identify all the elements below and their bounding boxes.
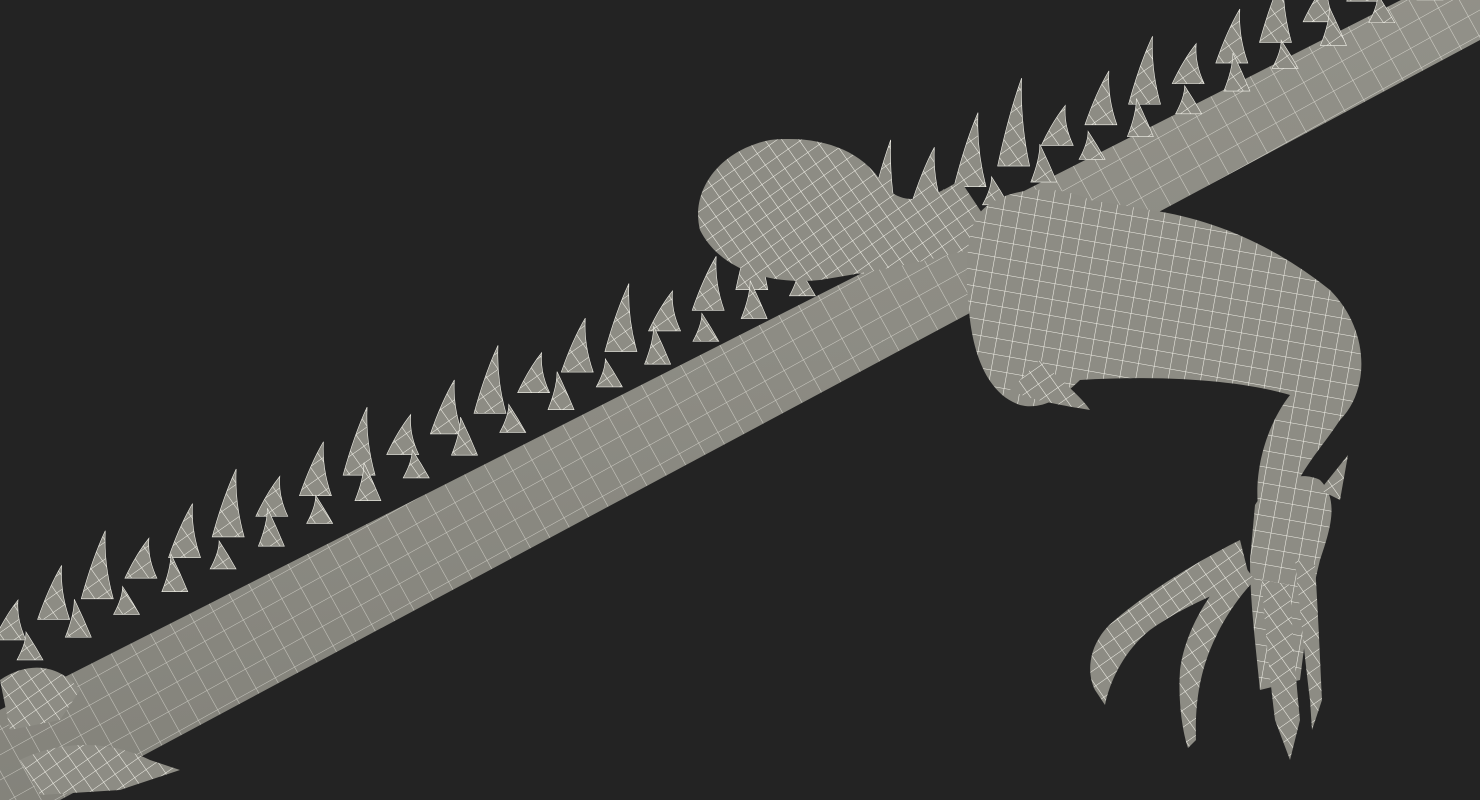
spike: [168, 503, 201, 558]
spike: [161, 553, 189, 593]
spike: [997, 77, 1031, 167]
spike: [692, 312, 720, 342]
spike: [644, 326, 672, 365]
spike: [1171, 42, 1205, 84]
spike: [595, 357, 623, 388]
spike: [1084, 70, 1118, 126]
hind-leg: [966, 189, 1362, 760]
spike: [124, 537, 158, 579]
spike: [1175, 84, 1203, 115]
spike: [386, 413, 420, 455]
spike: [1215, 8, 1249, 64]
render-viewport: [0, 0, 1480, 800]
spike: [342, 407, 376, 476]
spike: [648, 289, 682, 332]
tail-body: [0, 0, 1480, 800]
spike: [473, 345, 507, 414]
spike: [517, 351, 551, 394]
spike: [1259, 0, 1292, 43]
spike: [113, 585, 141, 615]
spike: [1030, 143, 1058, 183]
spike: [547, 371, 575, 410]
spike: [604, 283, 638, 352]
spike: [1346, 0, 1380, 2]
spike: [211, 468, 245, 538]
wireframe-render: [0, 0, 1480, 800]
spike: [209, 539, 237, 570]
spike: [0, 599, 27, 641]
spike: [560, 317, 594, 373]
spike: [1128, 36, 1161, 105]
spike: [37, 565, 71, 620]
spike: [691, 256, 725, 311]
spike: [299, 441, 332, 497]
spike: [255, 475, 289, 517]
spike: [1078, 130, 1106, 160]
spike: [1040, 104, 1074, 146]
spike: [80, 530, 114, 600]
spike: [306, 494, 334, 524]
spike: [429, 379, 463, 435]
spike: [953, 112, 987, 187]
